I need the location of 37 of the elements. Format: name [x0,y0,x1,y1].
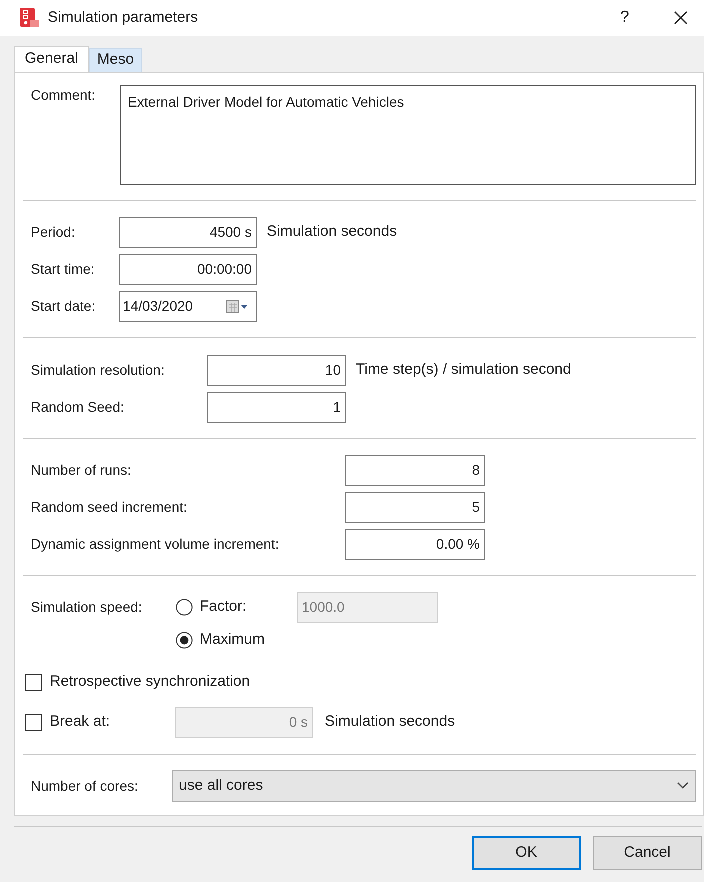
field-label: Start time: [31,260,96,279]
text-field[interactable]: 5 [345,492,485,523]
checkbox-label[interactable]: Retrospective synchronization [50,671,250,694]
tab[interactable]: Meso [89,48,142,72]
text-field[interactable]: 1 [207,392,346,423]
text-field[interactable]: 8 [345,455,485,486]
tab[interactable]: General [14,46,90,72]
checkbox[interactable] [25,674,42,691]
date-picker[interactable]: 14/03/2020 [119,291,257,322]
field-label: Random Seed: [31,398,126,417]
text-field[interactable]: 4500 s [119,217,257,248]
field-label: Start date: [31,297,97,316]
unit-label: Simulation seconds [267,222,398,242]
text-field[interactable]: 10 [207,355,346,386]
cores-dropdown[interactable]: use all cores [172,770,696,802]
field-label: Number of cores: [31,776,140,796]
window-title: Simulation parameters [48,8,200,28]
text-field[interactable]: 00:00:00 [119,254,257,285]
help-button[interactable]: ? [610,3,640,33]
chevron-down-icon [677,782,689,790]
field-label: Dynamic assignment volume increment: [31,535,280,554]
close-icon [674,11,688,25]
field-label: Simulation resolution: [31,361,166,380]
field-label: Period: [31,223,76,242]
text-field[interactable]: 0.00 % [345,529,485,560]
field-label: Number of runs: [31,461,132,480]
dialog-button[interactable]: Cancel [593,836,702,870]
unit-label: Simulation seconds [325,712,456,732]
field-label: Comment: [31,86,97,105]
app-icon [20,8,40,28]
comment-field[interactable]: External Driver Model for Automatic Vehicles [120,85,696,185]
radio-button[interactable] [176,632,193,649]
field-label: Simulation speed: [31,598,144,617]
unit-label: Time step(s) / simulation second [356,360,572,380]
dialog-button[interactable]: OK [472,836,581,870]
field-label: Random seed increment: [31,498,188,517]
radio-label[interactable]: Maximum [200,629,297,652]
